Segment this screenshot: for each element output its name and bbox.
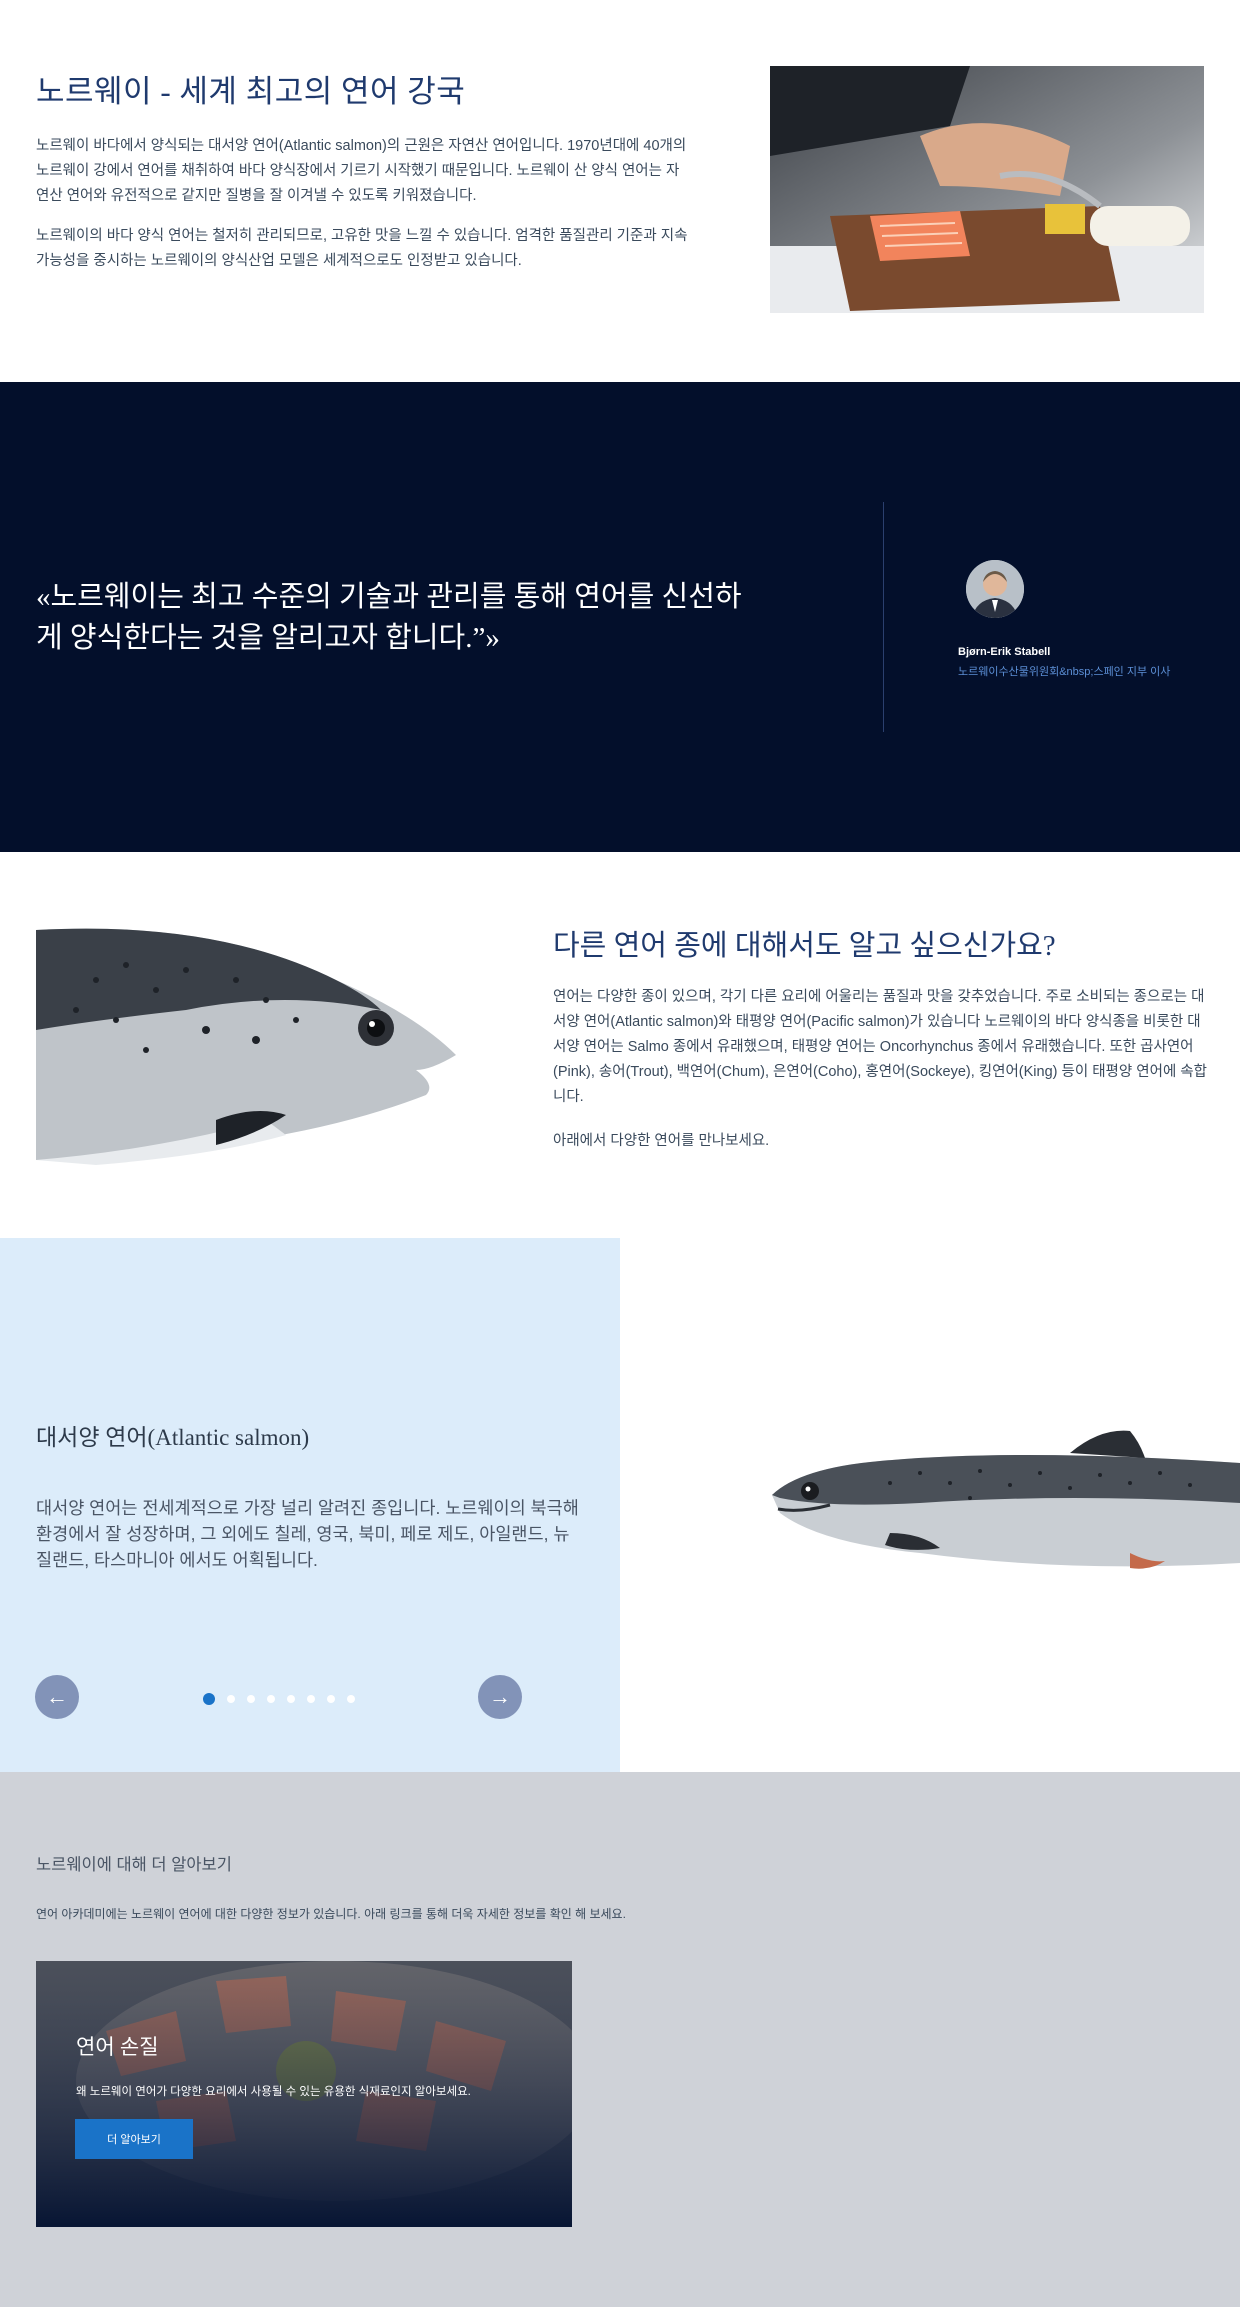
carousel-next-button[interactable]: → bbox=[478, 1675, 522, 1719]
atlantic-salmon-image bbox=[770, 1413, 1240, 1593]
carousel-dot-2[interactable] bbox=[227, 1695, 235, 1703]
salmon-head-photo bbox=[36, 920, 469, 1170]
species-title: 다른 연어 종에 대해서도 알고 싶으신가요? bbox=[553, 930, 1056, 962]
learn-more-section: 노르웨이에 대해 더 알아보기 연어 아카데미에는 노르웨이 연어에 대한 다양… bbox=[0, 1772, 1240, 2307]
carousel-dot-5[interactable] bbox=[287, 1695, 295, 1703]
slide-title: 대서양 연어(Atlantic salmon) bbox=[36, 1425, 310, 1450]
intro-paragraph-1: 노르웨이 바다에서 양식되는 대서양 연어(Atlantic salmon)의 … bbox=[36, 138, 687, 204]
quote-text: «노르웨이는 최고 수준의 기술과 관리를 통해 연어를 신선하게 양식한다는 … bbox=[36, 581, 742, 654]
slide-description: 대서양 연어는 전세계적으로 가장 널리 알려진 종입니다. 노르웨이의 북극해… bbox=[36, 1498, 579, 1570]
carousel-dot-8[interactable] bbox=[347, 1695, 355, 1703]
quote-author-role: 노르웨이수산물위원회&nbsp;스페인 지부 이사 bbox=[958, 666, 1171, 678]
carousel-prev-button[interactable]: ← bbox=[35, 1675, 79, 1719]
salmon-cutting-photo bbox=[770, 66, 1204, 313]
carousel-dot-3[interactable] bbox=[247, 1695, 255, 1703]
quote-author: Bjørn-Erik Stabell bbox=[958, 646, 1051, 658]
quote-section: «노르웨이는 최고 수준의 기술과 관리를 통해 연어를 신선하게 양식한다는 … bbox=[0, 382, 1240, 852]
intro-section: 노르웨이 - 세계 최고의 연어 강국 노르웨이 바다에서 양식되는 대서양 연… bbox=[0, 0, 1240, 382]
carousel-dot-1[interactable] bbox=[203, 1693, 215, 1705]
species-paragraph-1: 연어는 다양한 종이 있으며, 각기 다른 요리에 어울리는 품질과 맛을 갖추… bbox=[553, 989, 1207, 1105]
arrow-left-icon: ← bbox=[46, 1684, 68, 1709]
species-paragraph-2: 아래에서 다양한 연어를 만나보세요. bbox=[553, 1133, 770, 1149]
species-section: 다른 연어 종에 대해서도 알고 싶으신가요? 연어는 다양한 종이 있으며, … bbox=[0, 852, 1240, 1238]
carousel-text-panel: 대서양 연어(Atlantic salmon) 대서양 연어는 전세계적으로 가… bbox=[0, 1238, 620, 1772]
card-title: 연어 손질 bbox=[76, 2035, 159, 2059]
carousel-dot-6[interactable] bbox=[307, 1695, 315, 1703]
intro-title: 노르웨이 - 세계 최고의 연어 강국 bbox=[36, 74, 466, 109]
carousel-pagination bbox=[203, 1693, 355, 1705]
arrow-right-icon: → bbox=[489, 1684, 511, 1709]
salmon-species-carousel: 대서양 연어(Atlantic salmon) 대서양 연어는 전세계적으로 가… bbox=[0, 1238, 1240, 1772]
avatar bbox=[966, 560, 1024, 618]
learn-more-button[interactable]: 더 알아보기 bbox=[75, 2119, 193, 2159]
intro-paragraph-2: 노르웨이의 바다 양식 연어는 철저히 관리되므로, 고유한 맛을 느낄 수 있… bbox=[36, 228, 688, 269]
salmon-prep-card[interactable]: 연어 손질 왜 노르웨이 연어가 다양한 요리에서 사용될 수 있는 유용한 식… bbox=[36, 1961, 572, 2227]
card-text: 왜 노르웨이 연어가 다양한 요리에서 사용될 수 있는 유용한 식재료인지 알… bbox=[76, 2086, 471, 2098]
carousel-dot-7[interactable] bbox=[327, 1695, 335, 1703]
carousel-dot-4[interactable] bbox=[267, 1695, 275, 1703]
quote-divider bbox=[883, 502, 884, 732]
learn-more-intro: 연어 아카데미에는 노르웨이 연어에 대한 다양한 정보가 있습니다. 아래 링… bbox=[36, 1907, 626, 1921]
learn-more-title: 노르웨이에 대해 더 알아보기 bbox=[36, 1856, 232, 1874]
